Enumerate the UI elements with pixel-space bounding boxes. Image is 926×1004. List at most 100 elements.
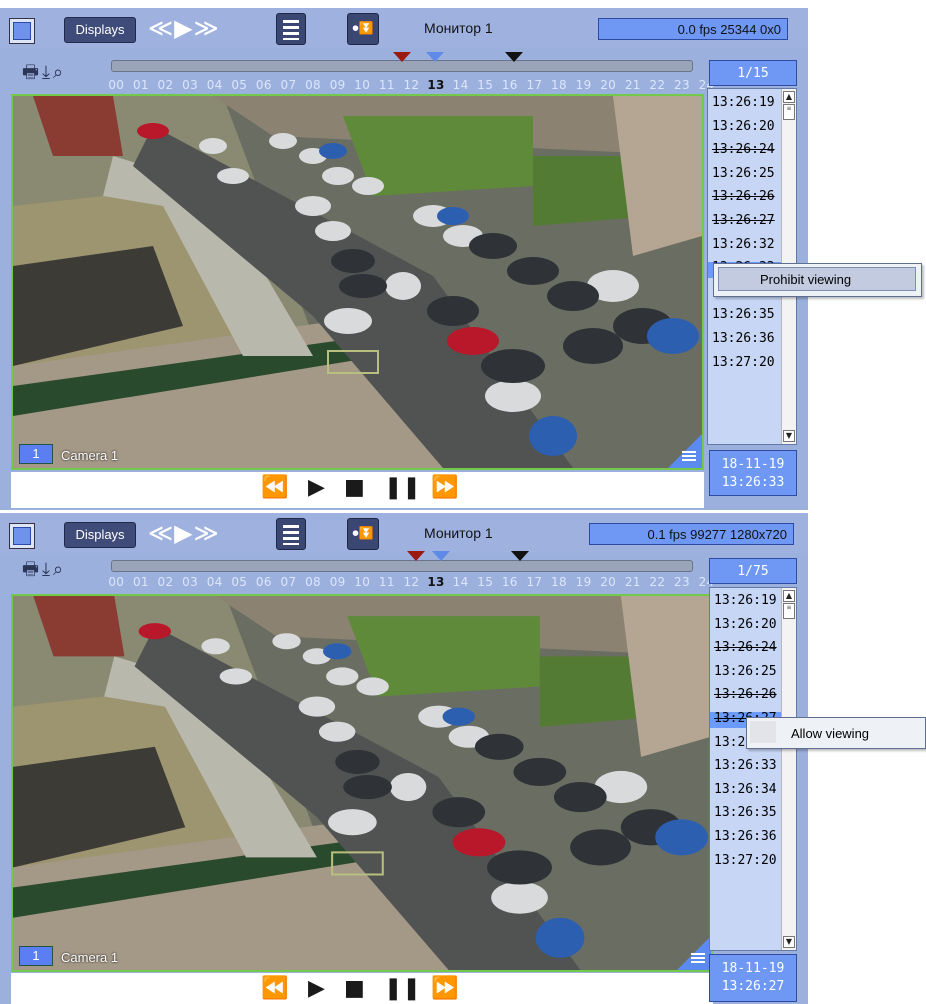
scroll-down-button[interactable]: ▼ [783,936,795,948]
hour-label: 12 [403,78,420,92]
time-list-item[interactable]: 13:27:20 [714,853,777,868]
search-icon[interactable]: ⌕ [53,62,63,83]
hour-label: 05 [231,575,248,589]
camera-video[interactable]: 1 Camera 1 [11,594,713,972]
hour-label: 22 [649,575,666,589]
rewind-icon[interactable]: ⏪ [261,976,288,1001]
marker-black[interactable] [505,52,523,62]
hour-label: 08 [305,78,321,92]
hour-label: 04 [206,78,223,92]
hour-label: 23 [674,575,690,589]
time-list-item[interactable]: 13:26:36 [714,829,777,844]
time-list-item[interactable]: 13:26:26 [714,687,777,702]
time-list-item[interactable]: 13:26:25 [714,664,777,679]
monitor-toolbar: Displays ≪ ▶ ≫ ⏺⏬ Монитор 1 0.0 fps 25344 … [0,8,808,48]
time-list-item[interactable]: 13:26:34 [714,782,777,797]
print-icon[interactable]: 🖶 [22,559,39,580]
marker-blue[interactable] [426,52,444,62]
hour-label: 15 [477,78,494,92]
search-icon[interactable]: ⌕ [53,559,63,580]
play-icon[interactable]: ▶ [308,976,325,1001]
timeline-bar[interactable] [111,560,693,572]
time-list-scrollbar[interactable]: ▲ ≡ ▼ [781,588,796,950]
fast-forward-icon[interactable]: ⏩ [431,976,458,1001]
camera-number[interactable]: 1 [19,444,53,464]
time-list-item[interactable]: 13:26:20 [712,119,775,134]
menu-icon[interactable] [682,449,696,461]
marker-blue[interactable] [432,551,450,561]
pause-icon[interactable]: ❚❚ [384,976,421,1001]
time-list-item[interactable]: 13:26:36 [712,331,775,346]
play-icon[interactable]: ▶ [308,475,325,500]
download-icon[interactable]: ⤓ [42,559,50,580]
time-list-item[interactable]: 13:26:25 [712,166,775,181]
time-list[interactable]: ▲ ≡ ▼ 13:26:19 13:26:20 13:26:24 13:26:25 13… [709,587,797,951]
time-list-item[interactable]: 13:26:33 [714,758,777,773]
hour-label: 02 [157,78,174,92]
scroll-down-button[interactable]: ▼ [783,430,795,442]
hour-label: 20 [600,575,617,589]
timeline-hours: 00 01 02 03 04 05 06 07 08 09 10 11 12 13 14 15 16 17 18 19… [104,575,719,589]
hour-label: 08 [305,575,321,589]
time-list-item[interactable]: 13:26:27 [712,213,775,228]
time-list-item[interactable]: 13:26:20 [714,617,777,632]
monitor-panel-bottom: Displays ≪ ▶ ≫ ⏺⏬ Монитор 1 0.1 fps 99277 … [0,513,808,1004]
hour-label: 03 [182,575,199,589]
time-list-item[interactable]: 13:26:35 [714,805,777,820]
marker-black[interactable] [511,551,529,561]
layout-square-button[interactable] [9,523,35,549]
hour-label: 18 [551,575,567,589]
timeline-tools: 🖶 ⤓ ⌕ [22,60,66,90]
stop-icon[interactable]: ■ [344,976,365,1001]
recording-button[interactable]: ⏺⏬ [347,13,379,45]
list-button[interactable] [276,13,306,45]
scroll-up-button[interactable]: ▲ [783,590,795,602]
play-layout-icon[interactable]: ▶ [174,14,193,42]
time-list-item[interactable]: 13:26:24 [712,142,775,157]
scroll-thumb[interactable]: ≡ [783,104,795,120]
hour-label: 11 [378,575,395,589]
camera-video[interactable]: 1 Camera 1 [11,94,704,470]
fast-forward-icon[interactable]: ⏩ [431,475,458,500]
menu-icon[interactable] [691,951,705,963]
camera-number[interactable]: 1 [19,946,53,966]
time-list-item[interactable]: 13:26:26 [712,189,775,204]
rewind-icon[interactable]: ⏪ [261,475,288,500]
timeline-hours: 00 01 02 03 04 05 06 07 08 09 10 11 12 13 14 15 16 17 18 19… [104,78,719,92]
camera-name: Camera 1 [61,950,119,965]
marker-red[interactable] [407,551,425,561]
marker-red[interactable] [393,52,411,62]
current-date: 18-11-19 [721,961,785,976]
displays-button[interactable]: Displays [64,522,136,548]
download-icon[interactable]: ⤓ [42,62,50,83]
previous-layout-icon[interactable]: ≪ [148,519,173,547]
hour-label: 01 [132,78,149,92]
scroll-thumb[interactable]: ≡ [783,603,795,619]
time-list-item[interactable]: 13:26:32 [712,237,775,252]
recording-button[interactable]: ⏺⏬ [347,518,379,550]
time-list-item[interactable]: 13:26:35 [712,307,775,322]
time-list-item[interactable]: 13:26:19 [714,593,777,608]
time-list-item[interactable]: 13:26:19 [712,95,775,110]
pause-icon[interactable]: ❚❚ [384,475,421,500]
time-list-item[interactable]: 13:27:20 [712,355,775,370]
monitor-panel-top: Displays ≪ ▶ ≫ ⏺⏬ Монитор 1 0.0 fps 25344 … [0,8,808,510]
print-icon[interactable]: 🖶 [22,62,39,83]
allow-viewing-item[interactable]: Allow viewing [791,726,869,741]
layout-nav: ≪ ▶ ≫ [148,519,220,547]
list-button[interactable] [276,518,306,550]
next-layout-icon[interactable]: ≫ [194,14,219,42]
layout-square-button[interactable] [9,18,35,44]
stop-icon[interactable]: ■ [344,475,365,500]
scroll-up-button[interactable]: ▲ [783,91,795,103]
displays-button[interactable]: Displays [64,17,136,43]
play-layout-icon[interactable]: ▶ [174,519,193,547]
hour-label: 14 [452,78,469,92]
previous-layout-icon[interactable]: ≪ [148,14,173,42]
next-layout-icon[interactable]: ≫ [194,519,219,547]
recording-icon: ⏺⏬ [352,21,374,35]
time-list-item[interactable]: 13:26:24 [714,640,777,655]
prohibit-viewing-item[interactable]: Prohibit viewing [760,272,851,287]
hour-label: 18 [551,78,567,92]
playback-controls: ⏪ ▶ ■ ❚❚ ⏩ [11,973,713,1004]
